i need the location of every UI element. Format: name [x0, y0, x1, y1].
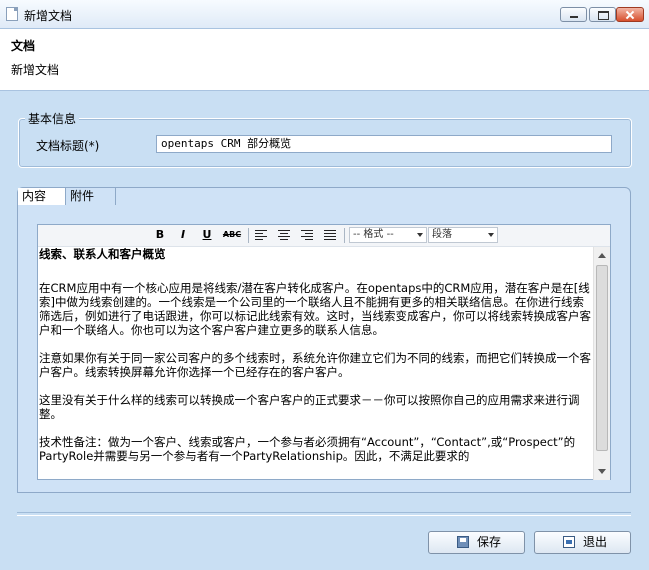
floppy-disk-icon: [457, 536, 469, 548]
scroll-thumb[interactable]: [596, 265, 608, 451]
minimize-button[interactable]: [560, 7, 587, 22]
tab-content[interactable]: 内容: [18, 188, 66, 205]
page-subtitle: 新增文档: [11, 63, 60, 77]
save-button[interactable]: 保存: [428, 531, 525, 554]
basic-info-legend: 基本信息: [25, 110, 80, 127]
content-paragraph: 技术性备注：做为一个客户、线索或客户，一个参与者必须拥有“Account”，“C…: [39, 435, 576, 463]
tab-strip: 内容 附件: [18, 188, 630, 205]
bold-button[interactable]: B: [154, 228, 166, 242]
doc-title-input[interactable]: opentaps CRM 部分概览: [156, 135, 612, 153]
chevron-down-icon: [417, 233, 423, 237]
rich-text-editor[interactable]: B I U ABC -- 格式 -- 段落 线索、联系人和客户概览 在CRM应用…: [37, 224, 611, 480]
footer-divider: [17, 512, 631, 516]
paragraph-select[interactable]: 段落: [428, 227, 498, 243]
document-icon: [6, 7, 18, 21]
editor-content[interactable]: 线索、联系人和客户概览 在CRM应用中有一个核心应用是将线索/潜在客户转化成客户…: [39, 247, 592, 479]
tab-attachments[interactable]: 附件: [66, 188, 116, 205]
underline-button[interactable]: U: [201, 228, 213, 242]
editor-toolbar: B I U ABC -- 格式 -- 段落: [38, 225, 610, 247]
exit-button[interactable]: 退出: [534, 531, 631, 554]
toolbar-divider: [248, 228, 249, 243]
window-title: 新增文档: [24, 9, 73, 23]
page-title: 文档: [11, 39, 36, 53]
format-select[interactable]: -- 格式 --: [349, 227, 427, 243]
content-paragraph: 这里没有关于什么样的线索可以转换成一个客户客户的正式要求－－你可以按照你自己的应…: [39, 393, 580, 421]
scroll-up-icon[interactable]: [598, 253, 606, 258]
align-justify-icon[interactable]: [324, 230, 336, 240]
content-paragraph: 注意如果你有关于同一家公司客户的多个线索时，系统允许你建立它们为不同的线索，而把…: [39, 351, 591, 379]
align-left-icon[interactable]: [255, 230, 267, 240]
scroll-down-icon[interactable]: [598, 469, 606, 474]
maximize-button[interactable]: [589, 7, 616, 22]
page-header: 文档 新增文档: [0, 29, 649, 91]
chevron-down-icon: [488, 233, 494, 237]
format-select-value: -- 格式 --: [353, 229, 394, 240]
italic-button[interactable]: I: [177, 228, 189, 242]
align-right-icon[interactable]: [301, 230, 313, 240]
vertical-scrollbar[interactable]: [593, 247, 610, 480]
doc-title-label: 文档标题(*): [36, 139, 100, 153]
exit-door-icon: [563, 536, 575, 548]
save-button-label: 保存: [477, 535, 502, 549]
window-titlebar: 新增文档: [0, 0, 649, 29]
align-center-icon[interactable]: [278, 230, 290, 240]
strikethrough-button[interactable]: ABC: [221, 228, 243, 242]
toolbar-divider: [344, 228, 345, 243]
content-heading: 线索、联系人和客户概览: [39, 247, 166, 261]
paragraph-select-value: 段落: [432, 229, 452, 240]
exit-button-label: 退出: [583, 535, 608, 549]
close-button[interactable]: [616, 7, 644, 22]
content-paragraph: 在CRM应用中有一个核心应用是将线索/潜在客户转化成客户。在opentaps中的…: [39, 281, 591, 337]
